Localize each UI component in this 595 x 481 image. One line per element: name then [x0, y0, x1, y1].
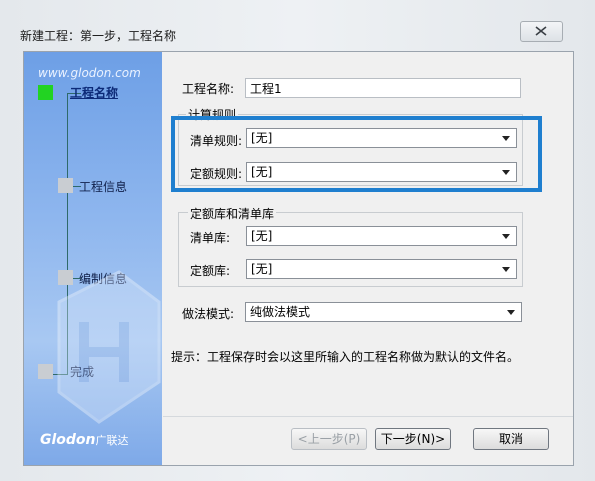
dropdown-arrow-icon: [502, 234, 510, 239]
window-title: 新建工程：第一步，工程名称: [20, 29, 177, 43]
brand-logo: Glodon广联达: [40, 432, 129, 448]
step-marker-current: [38, 85, 53, 100]
title-bar[interactable]: 新建工程：第一步，工程名称: [0, 0, 595, 46]
hint-text: 提示：工程保存时会以这里所输入的工程名称做为默认的文件名。: [171, 350, 520, 364]
wizard-banner: www.glodon.com 工程名称 工程信息 编制信息 完成 Glodon广…: [24, 52, 162, 465]
quota-lib-value: [无]: [251, 262, 273, 276]
bill-lib-label: 清单库:: [190, 231, 231, 245]
method-select[interactable]: 纯做法模式: [245, 302, 522, 322]
close-icon: [535, 26, 547, 36]
brand-name-cn: 广联达: [95, 434, 129, 447]
prev-button[interactable]: <上一步(P): [291, 428, 367, 450]
method-value: 纯做法模式: [250, 305, 311, 319]
close-button[interactable]: [520, 21, 563, 42]
libraries-title: 定额库和清单库: [188, 205, 277, 222]
project-name-label: 工程名称:: [182, 82, 235, 96]
step-marker: [58, 178, 73, 193]
dialog-body: www.glodon.com 工程名称 工程信息 编制信息 完成 Glodon广…: [23, 51, 574, 466]
button-bar-divider: [163, 416, 573, 417]
step-label-project-name: 工程名称: [70, 86, 119, 100]
dialog-window: 新建工程：第一步，工程名称 www.glodon.com 工程名称 工程信息 编…: [0, 0, 595, 481]
bill-lib-select[interactable]: [无]: [246, 226, 517, 246]
dropdown-arrow-icon: [507, 310, 515, 315]
brand-name: Glodon: [40, 432, 96, 448]
quota-lib-select[interactable]: [无]: [246, 259, 517, 279]
project-name-input[interactable]: 工程1: [245, 78, 521, 98]
glodon-logo-watermark-icon: [57, 270, 161, 424]
site-url: www.glodon.com: [38, 66, 141, 80]
quota-lib-label: 定额库:: [190, 264, 231, 278]
next-button[interactable]: 下一步(N)>: [375, 428, 451, 450]
cancel-button[interactable]: 取消: [473, 428, 549, 450]
highlight-box: [171, 116, 542, 192]
step-label-project-info: 工程信息: [79, 180, 128, 194]
method-label: 做法模式:: [182, 307, 235, 321]
dropdown-arrow-icon: [502, 267, 510, 272]
bill-lib-value: [无]: [251, 229, 273, 243]
